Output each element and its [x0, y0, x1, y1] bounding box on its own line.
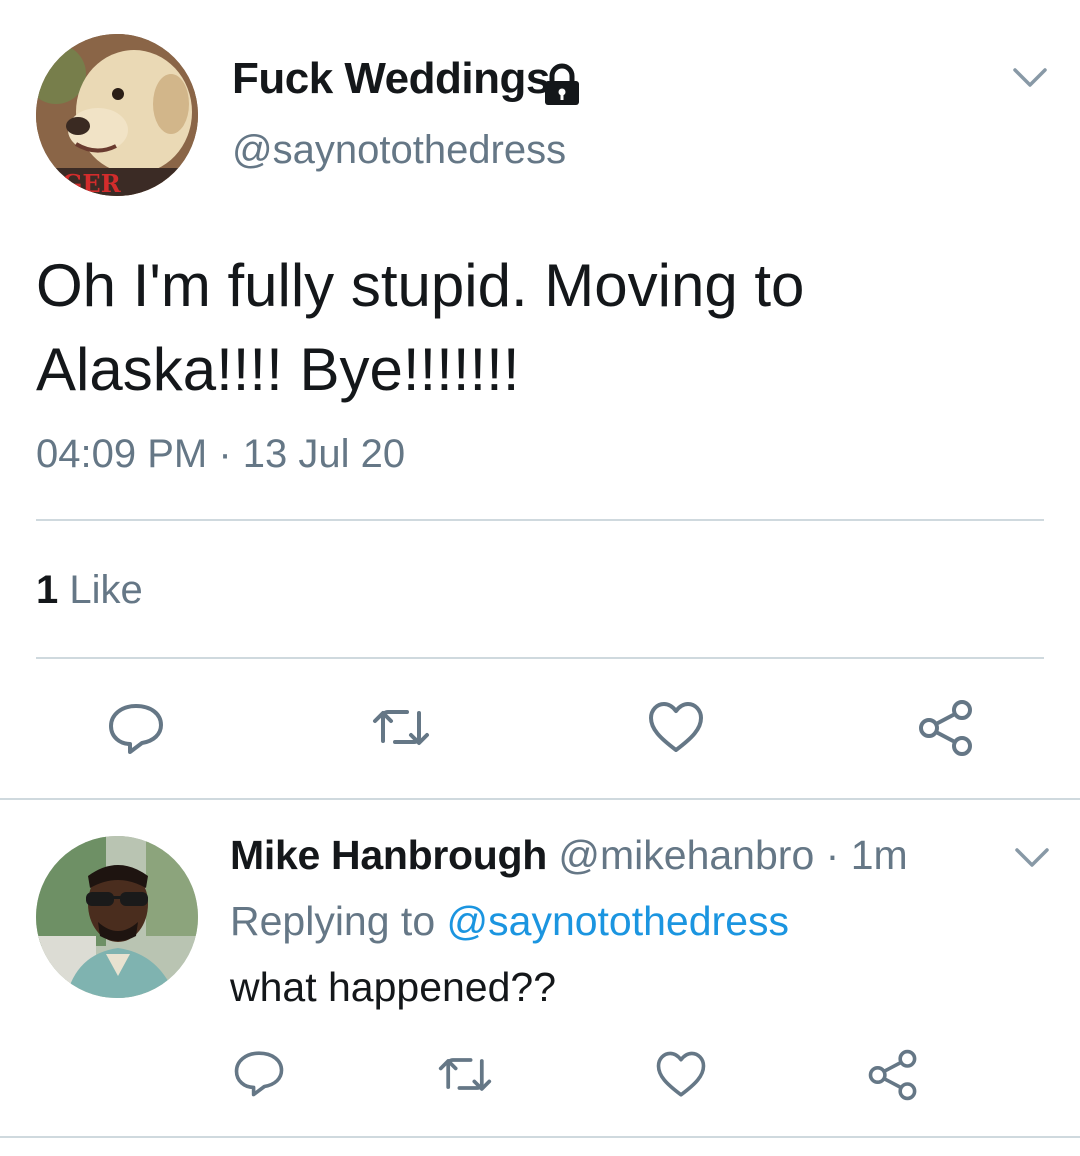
like-button[interactable] [646, 698, 706, 758]
tweet-timestamp[interactable]: 04:09 PM · 13 Jul 20 [36, 432, 405, 477]
share-button[interactable] [916, 698, 976, 758]
divider [36, 657, 1044, 659]
reply-icon [109, 704, 163, 754]
retweet-icon [438, 1058, 492, 1091]
replying-to: Replying to @saynotothedress [230, 898, 789, 945]
chevron-down-icon[interactable] [1012, 66, 1048, 90]
share-icon [868, 1049, 917, 1101]
divider [0, 1136, 1080, 1138]
tweet-text: Oh I'm fully stupid. Moving to Alaska!!!… [36, 244, 1036, 412]
divider [0, 798, 1080, 800]
retweet-button[interactable] [437, 1046, 493, 1102]
lock-icon [539, 62, 585, 106]
reply-icon [234, 1051, 284, 1097]
reply-button[interactable] [106, 698, 166, 758]
avatar-text: NGER [40, 169, 122, 196]
heart-icon [649, 702, 703, 752]
heart-icon [656, 1051, 706, 1097]
tweet-text-line-2: Alaska!!!! Bye!!!!!!! [36, 336, 520, 403]
chevron-down-icon[interactable] [1014, 846, 1050, 870]
replying-mention-link[interactable]: @saynotothedress [447, 898, 789, 944]
dog-avatar-image: NGER [36, 34, 198, 196]
share-icon [919, 700, 972, 756]
like-label: Like [69, 568, 143, 612]
tweet-text-line-1: Oh I'm fully stupid. Moving to [36, 252, 805, 319]
author-avatar[interactable]: NGER [36, 34, 198, 196]
reply-separator: · [814, 832, 851, 878]
like-count-link[interactable]: 1 Like [36, 568, 143, 613]
reply-author-name[interactable]: Mike Hanbrough [230, 832, 547, 878]
share-button[interactable] [866, 1048, 920, 1102]
replying-prefix: Replying to [230, 898, 447, 944]
man-avatar-image [36, 836, 198, 998]
retweet-icon [373, 710, 429, 745]
reply-header: Mike Hanbrough @mikehanbro · 1m [230, 832, 908, 879]
reply-text: what happened?? [230, 964, 557, 1010]
reply-author-handle[interactable]: @mikehanbro [558, 832, 814, 878]
divider [36, 519, 1044, 521]
author-display-name[interactable]: Fuck Weddings [232, 54, 550, 104]
reply-button[interactable] [232, 1046, 286, 1100]
retweet-button[interactable] [371, 697, 431, 757]
like-count: 1 [36, 568, 59, 612]
reply-time[interactable]: 1m [851, 832, 908, 878]
like-button[interactable] [654, 1048, 708, 1102]
reply-author-avatar[interactable] [36, 836, 198, 998]
author-handle[interactable]: @saynotothedress [232, 128, 566, 173]
